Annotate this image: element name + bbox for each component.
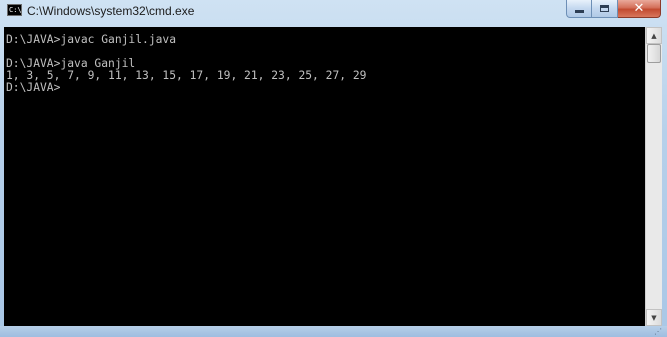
console-output[interactable]: D:\JAVA>javac Ganjil.java D:\JAVA>java G… [4,27,645,326]
scroll-thumb[interactable] [647,44,661,63]
maximize-icon [600,5,609,12]
maximize-button[interactable] [592,0,618,18]
close-icon: ✕ [633,1,645,16]
cmd-icon[interactable]: C:\ [7,4,22,16]
minimize-icon [574,10,584,13]
scroll-down-button[interactable]: ▼ [646,309,662,326]
minimize-button[interactable] [566,0,592,18]
console-line: D:\JAVA>javac Ganjil.java [6,33,177,46]
chevron-down-icon: ▼ [651,313,657,322]
scroll-up-button[interactable]: ▲ [646,27,662,44]
window-title: C:\Windows\system32\cmd.exe [27,4,195,18]
chevron-up-icon: ▲ [651,31,657,40]
console-prompt: D:\JAVA> [6,81,61,94]
resize-grip-icon[interactable]: ⋰ [654,327,664,336]
console-text: D:\JAVA>javac Ganjil.java D:\JAVA>java G… [6,34,366,94]
close-button[interactable]: ✕ [618,0,661,18]
vertical-scrollbar[interactable]: ▲ ▼ [645,27,662,326]
caption-buttons: ✕ [566,0,661,19]
title-bar[interactable]: C:\ C:\Windows\system32\cmd.exe ✕ [0,0,667,22]
window-bottom-frame: ⋰ [0,326,667,337]
cmd-window: C:\ C:\Windows\system32\cmd.exe ✕ D:\JAV… [0,0,667,337]
